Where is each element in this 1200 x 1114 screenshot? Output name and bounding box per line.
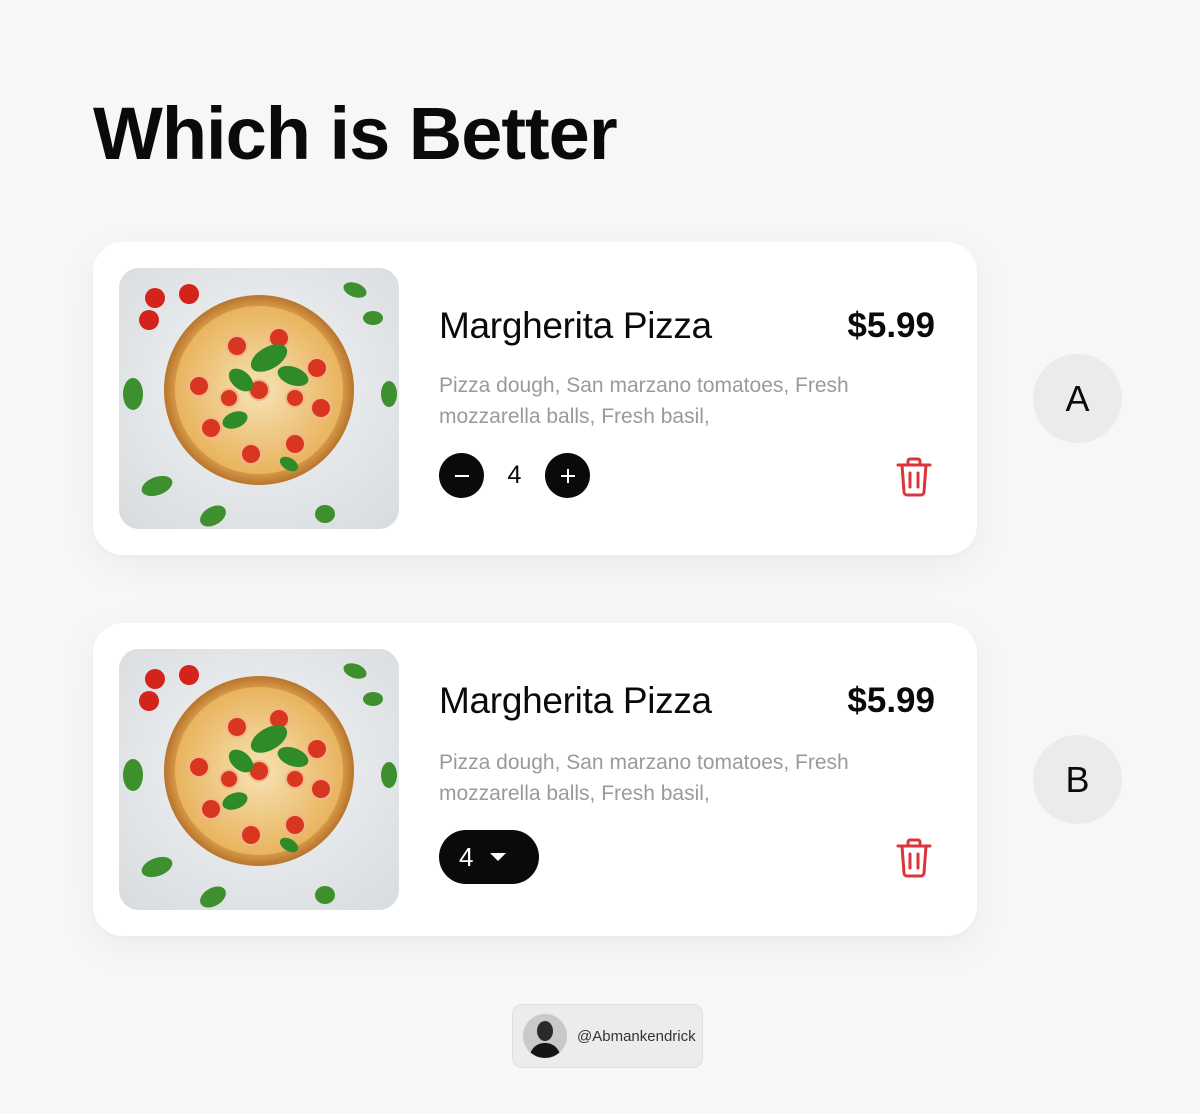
quantity-stepper: 4: [439, 453, 590, 498]
item-name: Margherita Pizza: [439, 680, 712, 721]
author-handle: @Abmankendrick: [577, 1027, 696, 1045]
trash-icon: [896, 457, 932, 497]
plus-icon: [560, 468, 575, 483]
item-description: Pizza dough, San marzano tomatoes, Fresh…: [439, 751, 849, 805]
chevron-down-icon: [490, 853, 507, 861]
page: Which is Better Margherita Pizza $5.99 P…: [0, 0, 1200, 1114]
avatar: [523, 1014, 567, 1058]
cart-item-card-a: Margherita Pizza $5.99 Pizza dough, San …: [93, 242, 977, 555]
variant-badge-a: A: [1033, 354, 1122, 443]
delete-item-button[interactable]: [894, 456, 934, 498]
delete-item-button[interactable]: [894, 837, 934, 879]
quantity-value: 4: [459, 841, 474, 872]
pizza-image: [119, 649, 399, 910]
quantity-dropdown[interactable]: 4: [439, 830, 539, 884]
trash-icon: [896, 838, 932, 878]
item-price: $5.99: [847, 681, 935, 720]
item-description: Pizza dough, San marzano tomatoes, Fresh…: [439, 374, 849, 428]
variant-badge-b: B: [1033, 735, 1122, 824]
item-price: $5.99: [847, 306, 935, 345]
author-credit: @Abmankendrick: [512, 1004, 703, 1068]
page-title: Which is Better: [93, 92, 618, 175]
cart-item-card-b: Margherita Pizza $5.99 Pizza dough, San …: [93, 623, 977, 936]
pizza-image: [119, 268, 399, 529]
minus-icon: [454, 474, 469, 477]
increase-quantity-button[interactable]: [545, 453, 590, 498]
item-name: Margherita Pizza: [439, 305, 712, 346]
decrease-quantity-button[interactable]: [439, 453, 484, 498]
quantity-value: 4: [507, 461, 522, 489]
